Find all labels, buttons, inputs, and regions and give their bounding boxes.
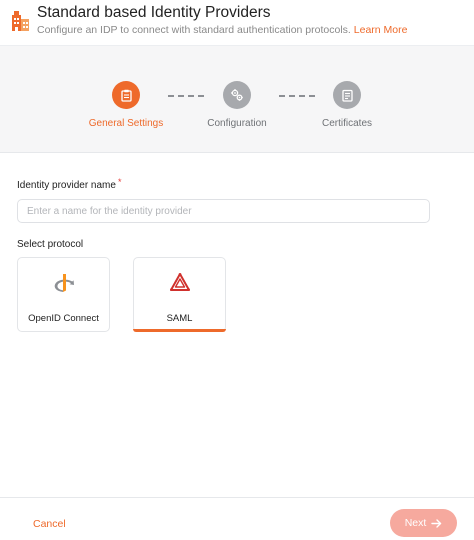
page-subtitle: Configure an IDP to connect with standar… [37,24,407,36]
openid-icon [54,274,74,292]
step-label: General Settings [88,118,164,129]
page-title: Standard based Identity Providers [37,4,271,21]
step-certificates[interactable]: Certificates [287,46,407,154]
wizard-footer: Cancel Next [0,497,474,540]
step-label: Configuration [207,118,267,129]
identity-provider-name-label: Identity provider name * [17,177,122,191]
protocol-card-saml[interactable]: SAML [133,257,226,332]
selected-indicator [133,329,226,332]
saml-icon [170,273,190,291]
certificate-icon [333,81,361,109]
next-button-label: Next [404,517,427,529]
field-label-text: Identity provider name [17,180,116,191]
select-protocol-label: Select protocol [17,239,84,250]
step-label: Certificates [321,118,372,129]
cancel-button[interactable]: Cancel [33,518,66,530]
page-header: Standard based Identity Providers Config… [0,0,474,44]
protocol-card-label: SAML [166,313,193,324]
next-button[interactable]: Next [390,509,457,537]
identity-provider-name-input[interactable] [17,199,430,223]
required-marker: * [117,177,122,187]
building-icon [12,11,29,31]
step-general-settings[interactable]: General Settings [66,46,186,154]
learn-more-link[interactable]: Learn More [354,24,408,36]
clipboard-icon [112,81,140,109]
step-configuration[interactable]: Configuration [177,46,297,154]
protocol-card-openid-connect[interactable]: OpenID Connect [17,257,110,332]
protocol-card-label: OpenID Connect [28,313,99,324]
subtitle-text: Configure an IDP to connect with standar… [37,24,351,36]
arrow-right-icon [431,518,442,528]
gears-icon [223,81,251,109]
wizard-stepper: General Settings Configuration Certifica… [0,45,474,153]
